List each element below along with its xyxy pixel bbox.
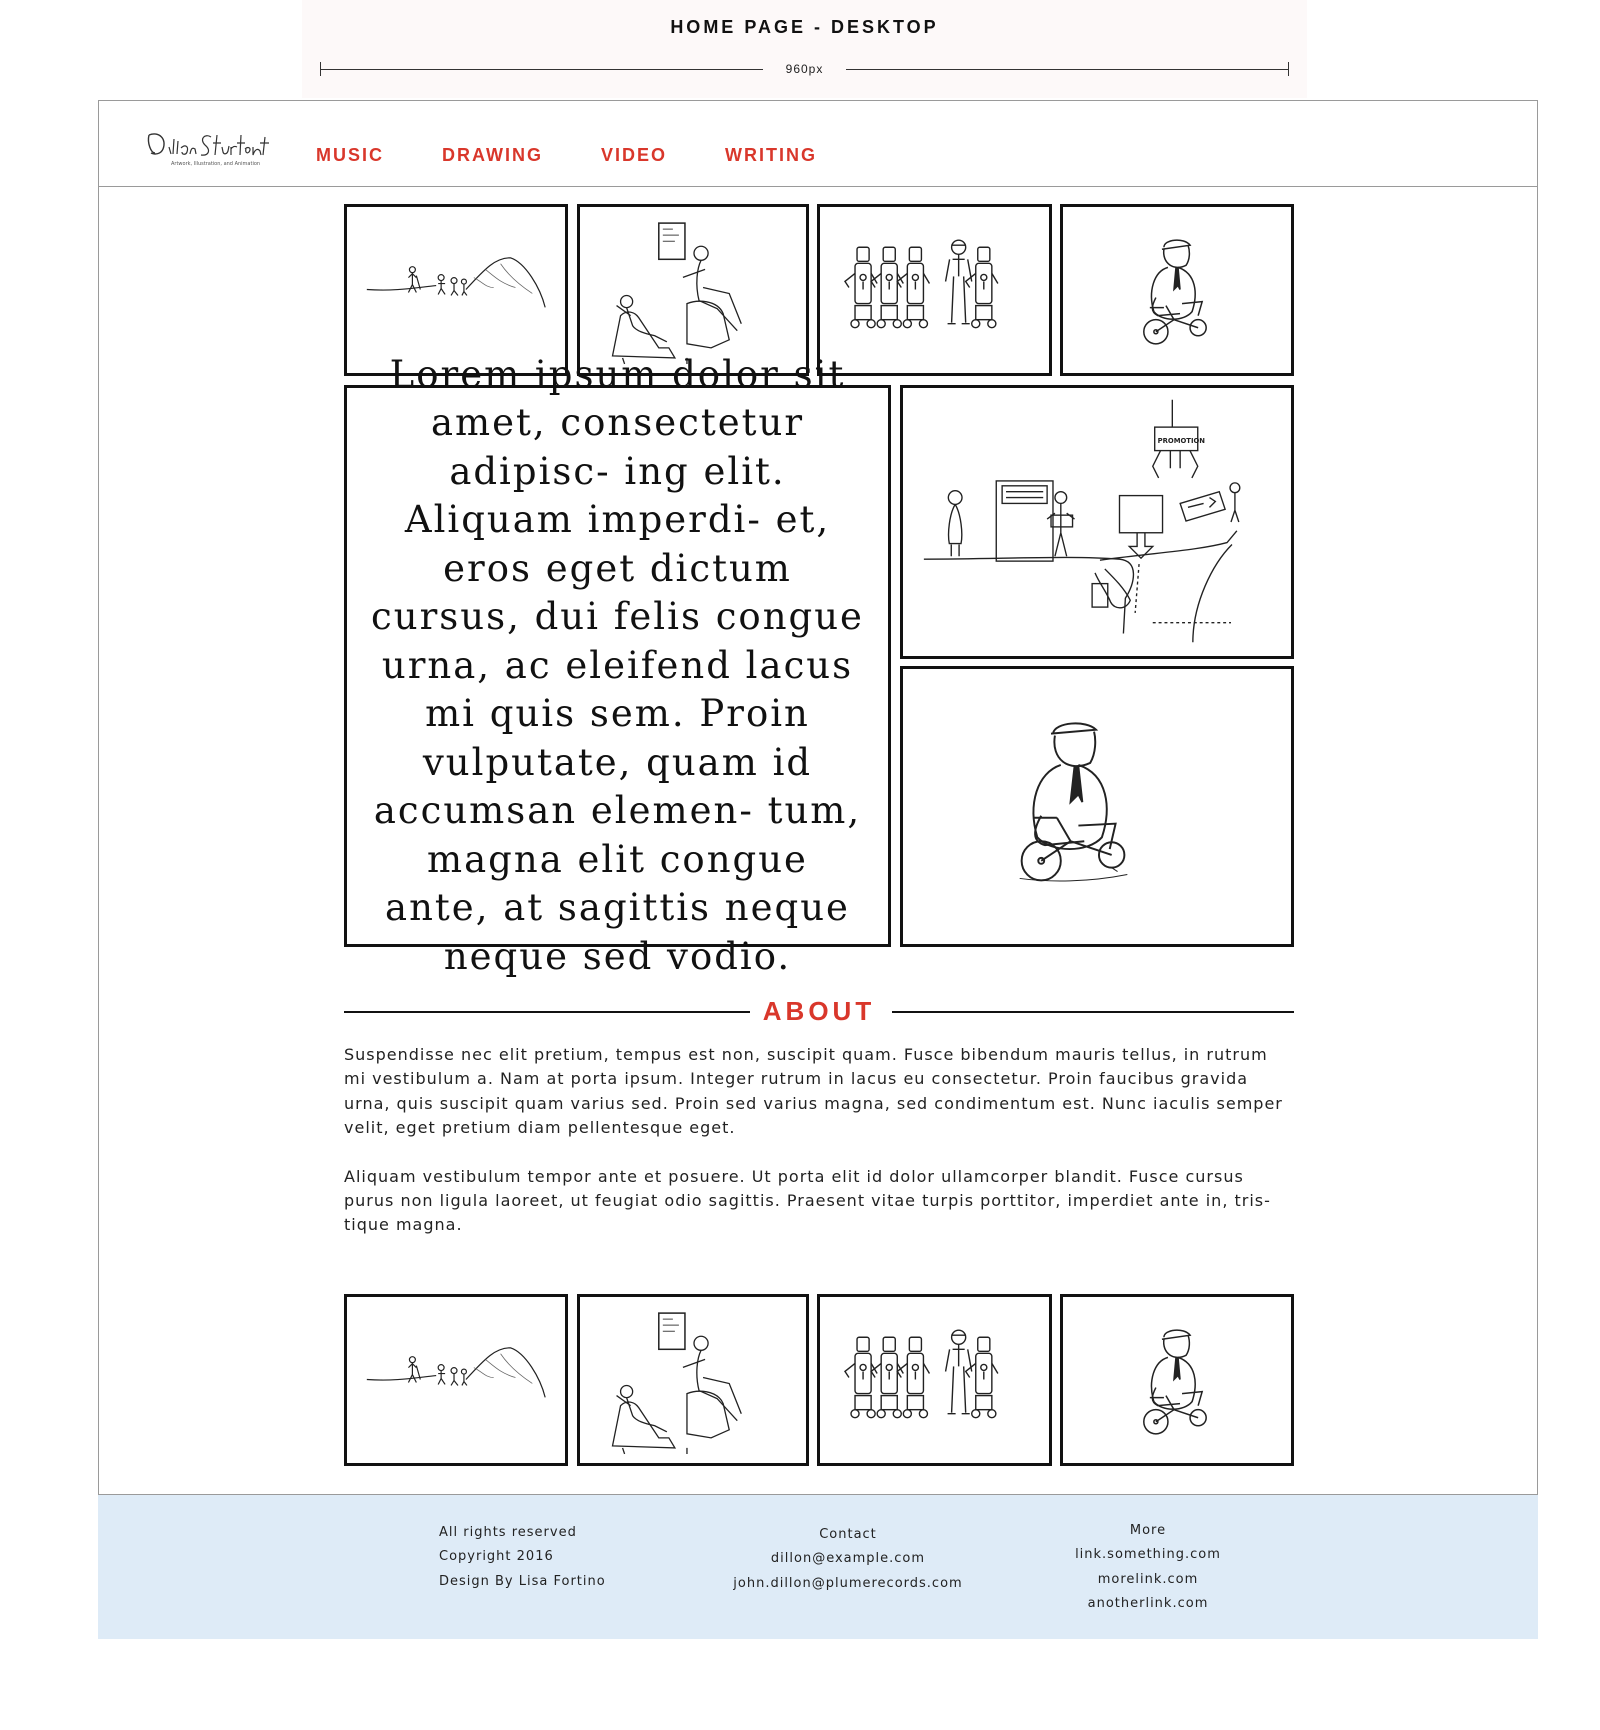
mountain-illustration-icon [347, 207, 565, 373]
bike-large-illustration-icon [1019, 722, 1128, 882]
about-body: Suspendisse nec elit pretium, tempus est… [344, 1043, 1294, 1262]
nav-video[interactable]: VIDEO [601, 145, 667, 166]
about-paragraph-2: Aliquam vestibulum tempor ante et posuer… [344, 1166, 1271, 1235]
footer-email-2[interactable]: john.dillon@plumerecords.com [698, 1572, 998, 1596]
footer-more: More link.something.com morelink.com ano… [1018, 1519, 1278, 1617]
footer-link-3[interactable]: anotherlink.com [1018, 1592, 1278, 1616]
footer-copyright: Copyright 2016 [439, 1549, 554, 1565]
footer-email-1[interactable]: dillon@example.com [698, 1547, 998, 1571]
nav-drawing[interactable]: DRAWING [442, 145, 543, 166]
thumb-therapy-session-bottom[interactable] [577, 1294, 809, 1466]
footer-contact: Contact dillon@example.com john.dillon@p… [698, 1523, 998, 1596]
footer-link-2[interactable]: morelink.com [1018, 1568, 1278, 1592]
footer-link-1[interactable]: link.something.com [1018, 1543, 1278, 1567]
logo-tagline: Artwork, Illustration, and Animation [171, 161, 260, 167]
footer-designer: Design By Lisa Fortino [439, 1573, 606, 1589]
spec-annotation: HOME PAGE - DESKTOP 960px [302, 0, 1307, 98]
signature-logo-icon: Artwork, Illustration, and Animation [147, 133, 269, 167]
footer-rights: All rights reserved [439, 1525, 577, 1540]
measure-line-right [846, 69, 1289, 70]
main-nav: MUSIC DRAWING VIDEO WRITING [316, 145, 875, 166]
therapy-illustration-icon [580, 1297, 806, 1463]
footer-contact-title: Contact [819, 1527, 877, 1542]
robots-illustration-icon [820, 207, 1049, 373]
site-logo[interactable]: Artwork, Illustration, and Animation [141, 121, 281, 171]
promotion-illustration-icon: PROMOTION [923, 399, 1241, 643]
nav-writing[interactable]: WRITING [725, 145, 817, 166]
featured-quote-box: Lorem ipsum dolor sit amet, consectetur … [344, 353, 891, 978]
featured-bike-illustration[interactable] [900, 666, 1294, 947]
about-rule-right [892, 1011, 1294, 1013]
thumb-robot-workers-bottom[interactable] [817, 1294, 1052, 1466]
robots-illustration-icon [820, 1297, 1049, 1463]
thumb-bike-rider-bottom[interactable] [1060, 1294, 1294, 1466]
footer-legal: All rights reserved Copyright 2016 Desig… [439, 1521, 606, 1594]
footer-more-title: More [1129, 1523, 1167, 1538]
bike-illustration-icon [1063, 1297, 1291, 1463]
about-heading: ABOUT [344, 996, 1294, 1026]
featured-quote: Lorem ipsum dolor sit amet, consectetur … [371, 352, 864, 978]
about-paragraph-1: Suspendisse nec elit pretium, tempus est… [344, 1045, 1283, 1138]
measure-tick-right [1288, 62, 1289, 76]
thumb-bike-rider[interactable] [1060, 204, 1294, 376]
nav-music[interactable]: MUSIC [316, 145, 384, 166]
mountain-illustration-icon [347, 1297, 565, 1463]
site-footer: All rights reserved Copyright 2016 Desig… [98, 1494, 1538, 1639]
featured-promotion-illustration[interactable]: PROMOTION [900, 385, 1294, 659]
therapy-illustration-icon [580, 207, 806, 373]
thumb-mountain-hikers-bottom[interactable] [344, 1294, 568, 1466]
spec-title: HOME PAGE - DESKTOP [670, 17, 939, 37]
promotion-sign-label: PROMOTION [1158, 437, 1206, 445]
bike-illustration-icon [1063, 207, 1291, 373]
width-measure: 960px [320, 62, 1289, 76]
top-nav: Artwork, Illustration, and Animation MUS… [99, 101, 1537, 187]
